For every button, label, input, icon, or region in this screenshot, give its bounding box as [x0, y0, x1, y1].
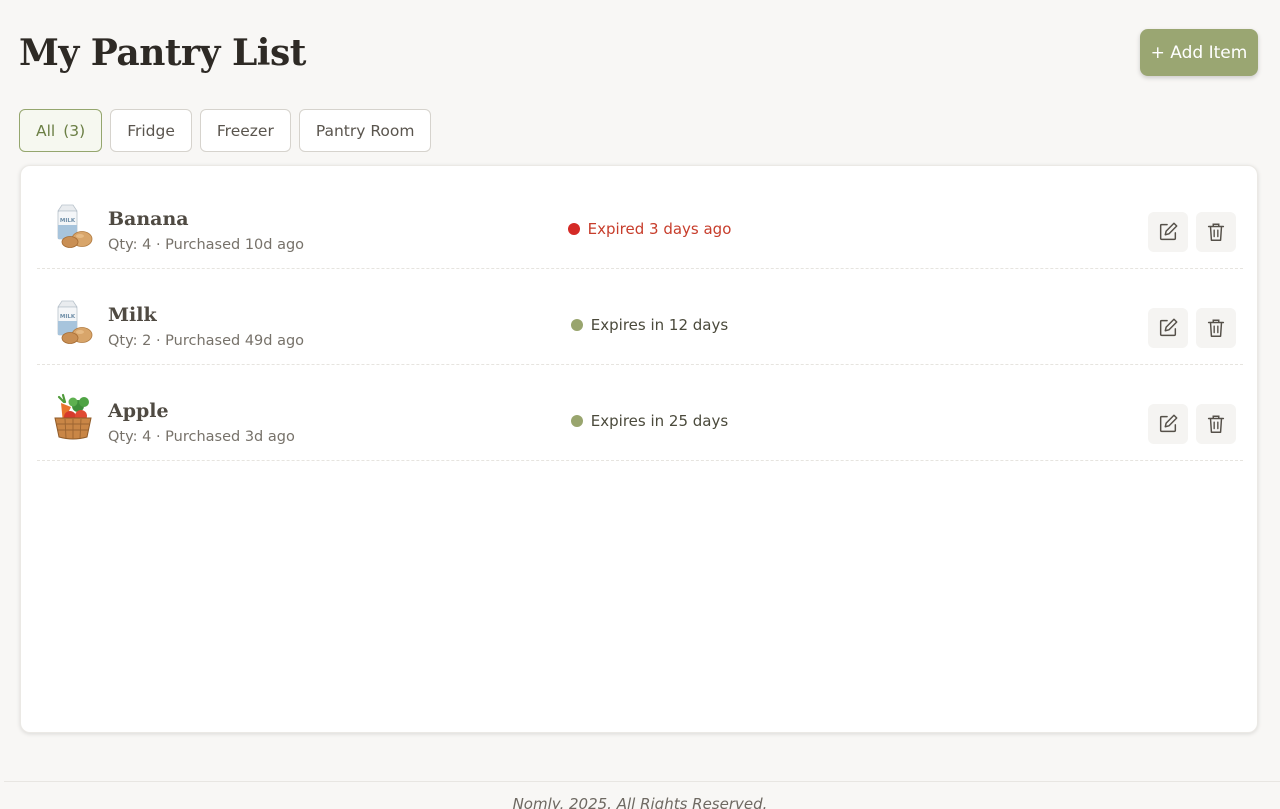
page-title: My Pantry List — [19, 32, 306, 74]
add-item-button[interactable]: + Add Item — [1140, 29, 1258, 76]
tab-freezer-label: Freezer — [216, 121, 274, 140]
edit-icon — [1159, 222, 1178, 241]
delete-button[interactable] — [1196, 212, 1236, 252]
svg-text:MILK: MILK — [60, 218, 76, 224]
delete-button[interactable] — [1196, 404, 1236, 444]
item-name: Apple — [108, 400, 169, 422]
item-meta: Qty: 2 · Purchased 49d ago — [108, 333, 305, 349]
pantry-page: My Pantry List + Add Item All (3) Fridge… — [0, 0, 1280, 809]
edit-button[interactable] — [1148, 212, 1188, 252]
tab-fridge[interactable]: Fridge — [110, 109, 192, 152]
trash-icon — [1207, 223, 1225, 241]
edit-button[interactable] — [1148, 308, 1188, 348]
milk-and-bread-icon: MILK — [57, 300, 93, 344]
trash-icon — [1207, 415, 1225, 433]
status-dot — [567, 223, 580, 235]
edit-icon — [1159, 318, 1178, 337]
item-meta: Qty: 4 · Purchased 10d ago — [108, 237, 305, 253]
expiry-status: Expired 3 days ago — [507, 219, 792, 239]
delete-button[interactable] — [1196, 308, 1236, 348]
status-dot — [570, 319, 583, 331]
trash-icon — [1207, 319, 1225, 337]
tab-pantry-room-label: Pantry Room — [315, 121, 415, 140]
tab-pantry-room[interactable]: Pantry Room — [298, 109, 432, 152]
edit-button[interactable] — [1148, 404, 1188, 444]
item-name: Milk — [108, 304, 157, 326]
footer-copyright: Nomly, 2025. All Rights Reserved. — [512, 795, 768, 809]
milk-and-bread-icon: MILK — [57, 204, 93, 248]
expiry-status: Expires in 12 days — [507, 315, 792, 335]
tab-freezer[interactable]: Freezer — [199, 109, 291, 152]
expiry-status: Expires in 25 days — [507, 411, 792, 431]
status-text: Expires in 12 days — [590, 316, 729, 334]
footer-divider — [4, 781, 1280, 782]
pantry-items-card: MILK Banana Qty: 4 · Purchased 10d ago E… — [20, 165, 1258, 733]
item-meta: Qty: 4 · Purchased 3d ago — [108, 429, 295, 445]
tab-all-label: All — [36, 121, 56, 140]
produce-basket-icon — [54, 393, 92, 440]
edit-icon — [1159, 414, 1178, 433]
filter-tabs: All (3) Fridge Freezer Pantry Room — [19, 109, 432, 152]
list-item: MILK Banana Qty: 4 · Purchased 10d ago E… — [37, 173, 1243, 269]
status-text: Expired 3 days ago — [587, 220, 732, 238]
tab-all[interactable]: All (3) — [19, 109, 103, 152]
item-name: Banana — [108, 208, 189, 230]
status-dot — [570, 415, 583, 427]
status-text: Expires in 25 days — [590, 412, 729, 430]
list-item: MILK Milk Qty: 2 · Purchased 49d ago Exp… — [37, 269, 1243, 365]
list-item: Apple Qty: 4 · Purchased 3d ago Expires … — [37, 365, 1243, 461]
tab-all-count: (3) — [63, 121, 86, 140]
tab-fridge-label: Fridge — [127, 121, 175, 140]
svg-text:MILK: MILK — [60, 314, 76, 320]
